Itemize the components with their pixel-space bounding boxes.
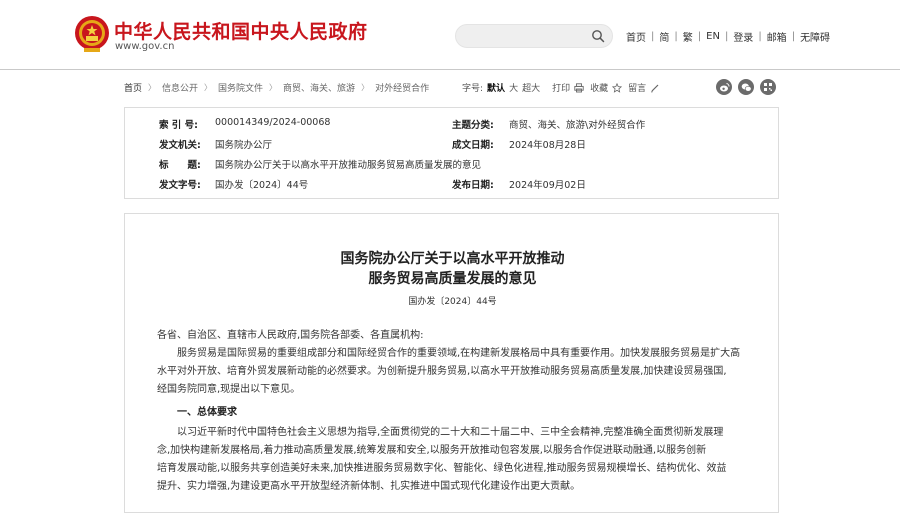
nav-login[interactable]: 登录 <box>729 29 757 44</box>
pencil-icon[interactable] <box>650 83 660 93</box>
share-buttons <box>716 79 782 95</box>
salutation: 各省、自治区、直辖市人民政府,国务院各部委、各直属机构: <box>157 327 757 345</box>
star-icon[interactable] <box>612 83 622 93</box>
paragraph-line: 培育发展动能,以服务共享创造美好未来,加快推进服务贸易数字化、智能化、绿色化进程… <box>157 460 757 478</box>
search-input[interactable] <box>466 28 586 44</box>
article-title-line2: 服务贸易高质量发展的意见 <box>125 268 780 288</box>
national-emblem-icon[interactable] <box>74 14 110 54</box>
issuer-label: 发文机关: <box>159 137 201 151</box>
breadcrumb-foreign-trade[interactable]: 对外经贸合作 <box>375 81 429 94</box>
font-size-xlarge[interactable]: 超大 <box>520 81 542 94</box>
chevron-right-icon: 〉 <box>142 82 162 93</box>
chevron-right-icon: 〉 <box>198 82 218 93</box>
written-date-label: 成文日期: <box>452 137 494 151</box>
print-icon[interactable] <box>574 83 584 93</box>
top-nav: 首页| 简| 繁| EN| 登录| 邮箱| 无障碍 <box>622 29 834 43</box>
title-label: 标 题: <box>159 157 201 171</box>
breadcrumb-home[interactable]: 首页 <box>124 81 142 94</box>
paragraph-line: 提升、实力增强,为建设更高水平开放型经济新体制、扎实推进中国式现代化建设作出更大… <box>157 478 757 496</box>
weibo-share-button[interactable] <box>716 79 732 95</box>
paragraph-line: 念,加快构建新发展格局,着力推动高质量发展,统筹发展和安全,以服务开放推动包容发… <box>157 442 757 460</box>
font-size-label: 字号: <box>460 81 485 94</box>
qrcode-icon <box>763 82 773 92</box>
breadcrumb-trade-customs-tourism[interactable]: 商贸、海关、旅游 <box>283 81 355 94</box>
paragraph-1: 服务贸易是国际贸易的重要组成部分和国际经贸合作的重要领域,在构建新发展格局中具有… <box>157 345 757 399</box>
wechat-icon <box>741 82 752 93</box>
favorite-button[interactable]: 收藏 <box>588 81 610 94</box>
breadcrumb: 首页 〉 信息公开 〉 国务院文件 〉 商贸、海关、旅游 〉 对外经贸合作 <box>124 81 429 94</box>
paragraph-2: 以习近平新时代中国特色社会主义思想为指导,全面贯彻党的二十大和二十届二中、三中全… <box>157 424 757 496</box>
comment-button[interactable]: 留言 <box>626 81 648 94</box>
search-box[interactable] <box>455 24 613 48</box>
topic-label: 主题分类: <box>452 117 494 131</box>
section-heading: 一、总体要求 <box>177 403 237 418</box>
search-icon[interactable] <box>591 29 605 43</box>
index-number-label: 索 引 号: <box>159 117 198 131</box>
title-value: 国务院办公厅关于以高水平开放推动服务贸易高质量发展的意见 <box>215 157 481 171</box>
nav-simplified[interactable]: 简 <box>655 29 673 44</box>
nav-accessibility[interactable]: 无障碍 <box>796 29 834 44</box>
nav-english[interactable]: EN <box>702 31 724 42</box>
topic-value: 商贸、海关、旅游\对外经贸合作 <box>509 117 645 131</box>
site-title[interactable]: 中华人民共和国中央人民政府 <box>114 17 368 44</box>
article-body: 国务院办公厅关于以高水平开放推动 服务贸易高质量发展的意见 国办发〔2024〕4… <box>124 213 779 513</box>
article-doc-number: 国办发〔2024〕44号 <box>125 294 780 307</box>
doc-number-value: 国办发〔2024〕44号 <box>215 177 308 191</box>
page-tools: 字号: 默认 大 超大 打印 收藏 留言 <box>460 81 664 94</box>
paragraph-line: 经国务院同意,现提出以下意见。 <box>157 381 757 399</box>
paragraph-line: 服务贸易是国际贸易的重要组成部分和国际经贸合作的重要领域,在构建新发展格局中具有… <box>157 345 757 363</box>
published-date-label: 发布日期: <box>452 177 494 191</box>
chevron-right-icon: 〉 <box>263 82 283 93</box>
wechat-share-button[interactable] <box>738 79 754 95</box>
doc-number-label: 发文字号: <box>159 177 201 191</box>
document-info-table: 索 引 号: 000014349/2024-00068 主题分类: 商贸、海关、… <box>124 107 779 199</box>
article-title-line1: 国务院办公厅关于以高水平开放推动 <box>125 248 780 268</box>
chevron-right-icon: 〉 <box>355 82 375 93</box>
print-button[interactable]: 打印 <box>550 81 572 94</box>
nav-mail[interactable]: 邮箱 <box>763 29 791 44</box>
font-size-large[interactable]: 大 <box>507 81 520 94</box>
nav-home[interactable]: 首页 <box>622 29 650 44</box>
weibo-icon <box>719 82 730 93</box>
issuer-value: 国务院办公厅 <box>215 137 272 151</box>
font-size-default[interactable]: 默认 <box>485 81 507 94</box>
breadcrumb-info-public[interactable]: 信息公开 <box>162 81 198 94</box>
written-date-value: 2024年08月28日 <box>509 137 586 151</box>
index-number-value: 000014349/2024-00068 <box>215 117 330 128</box>
breadcrumb-state-council-docs[interactable]: 国务院文件 <box>218 81 263 94</box>
published-date-value: 2024年09月02日 <box>509 177 586 191</box>
paragraph-line: 水平对外开放、培育外贸发展新动能的必然要求。为创新提升服务贸易,以高水平开放推动… <box>157 363 757 381</box>
qrcode-share-button[interactable] <box>760 79 776 95</box>
nav-traditional[interactable]: 繁 <box>679 29 697 44</box>
site-header: 中华人民共和国中央人民政府 www.gov.cn 首页| 简| 繁| EN| 登… <box>0 0 900 70</box>
site-url[interactable]: www.gov.cn <box>115 41 174 52</box>
paragraph-line: 以习近平新时代中国特色社会主义思想为指导,全面贯彻党的二十大和二十届二中、三中全… <box>157 424 757 442</box>
